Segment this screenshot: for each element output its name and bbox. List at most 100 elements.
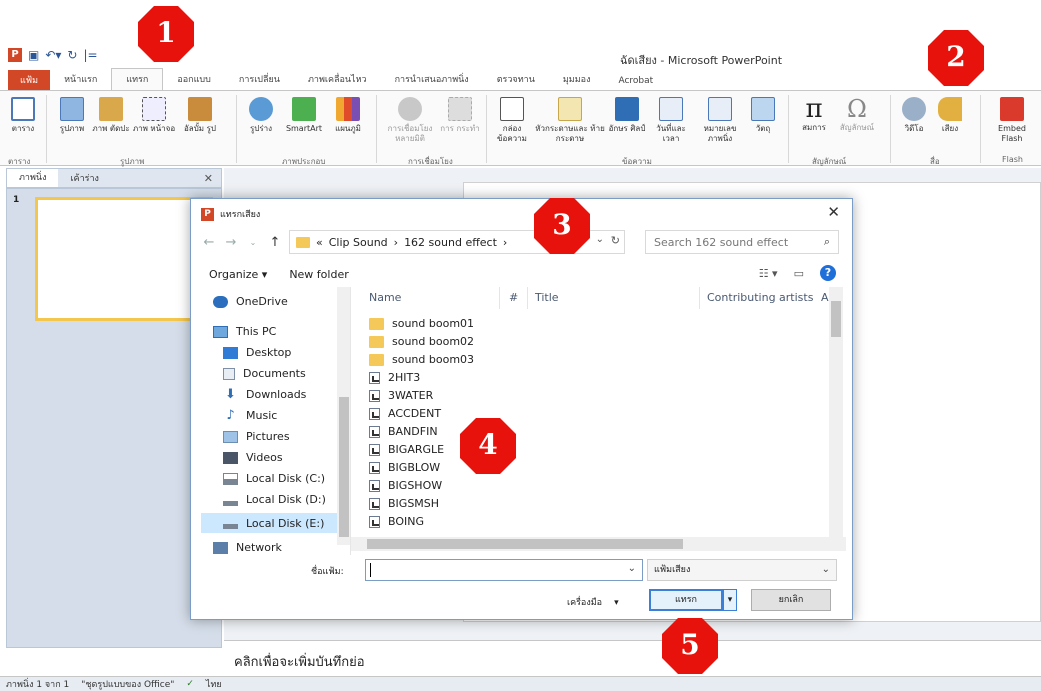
action-button[interactable]: การ กระทำ bbox=[440, 97, 480, 134]
wordart-button[interactable]: อักษร ศิลป์ bbox=[608, 97, 646, 134]
nav-item-desktop[interactable]: Desktop bbox=[223, 346, 291, 359]
recent-dropdown-icon[interactable]: ⌄ bbox=[245, 238, 261, 247]
date-time-button[interactable]: วันที่และ เวลา bbox=[648, 97, 694, 144]
shapes-button[interactable]: รูปร่าง bbox=[244, 97, 278, 134]
embed-flash-button[interactable]: Embed Flash bbox=[992, 97, 1032, 144]
file-list-scrollbar[interactable] bbox=[829, 287, 843, 537]
list-item[interactable]: sound boom02 bbox=[369, 335, 474, 348]
scrollbar-thumb[interactable] bbox=[367, 539, 683, 549]
nav-item-network[interactable]: Network bbox=[213, 541, 282, 554]
nav-item-pictures[interactable]: Pictures bbox=[223, 430, 290, 443]
list-item[interactable]: BOING bbox=[369, 515, 424, 528]
chevron-down-icon[interactable]: ⌄ bbox=[596, 234, 604, 245]
search-input[interactable]: Search 162 sound effect ⌕ bbox=[645, 230, 839, 254]
preview-pane-icon[interactable]: ▭ bbox=[794, 267, 804, 280]
breadcrumb-overflow[interactable]: « bbox=[316, 236, 323, 249]
column-header-name[interactable]: Name bbox=[369, 291, 401, 304]
list-item[interactable]: sound boom01 bbox=[369, 317, 474, 330]
tab-file[interactable]: แฟ้ม bbox=[8, 70, 51, 90]
breadcrumb-clip-sound[interactable]: Clip Sound bbox=[329, 236, 388, 249]
tab-review[interactable]: ตรวจทาน bbox=[483, 69, 549, 90]
nav-item-onedrive[interactable]: OneDrive bbox=[213, 295, 288, 308]
tab-acrobat[interactable]: Acrobat bbox=[604, 73, 667, 90]
object-button[interactable]: วัตถุ bbox=[746, 97, 780, 134]
table-button[interactable]: ตาราง bbox=[6, 97, 40, 134]
tab-home[interactable]: หน้าแรก bbox=[50, 69, 111, 90]
hyperlink-button[interactable]: การเชื่อมโยง หลายมิติ bbox=[382, 97, 438, 144]
filename-input[interactable]: ⌄ bbox=[365, 559, 643, 581]
forward-arrow-icon[interactable]: → bbox=[223, 235, 239, 250]
column-header-title[interactable]: Title bbox=[535, 291, 559, 304]
photo-album-button[interactable]: อัลบั้ม รูป bbox=[180, 97, 220, 134]
tab-view[interactable]: มุมมอง bbox=[549, 69, 605, 90]
list-item[interactable]: sound boom03 bbox=[369, 353, 474, 366]
picture-button[interactable]: รูปภาพ bbox=[54, 97, 90, 134]
nav-item-documents[interactable]: Documents bbox=[223, 367, 306, 380]
smartart-button[interactable]: SmartArt bbox=[282, 97, 326, 134]
help-icon[interactable]: ? bbox=[820, 265, 836, 281]
list-item[interactable]: BIGSHOW bbox=[369, 479, 442, 492]
nav-item-music[interactable]: ♪ Music bbox=[223, 409, 277, 423]
textbox-button[interactable]: กล่อง ข้อความ bbox=[492, 97, 532, 144]
chevron-down-icon[interactable]: ⌄ bbox=[628, 563, 636, 574]
back-arrow-icon[interactable]: ← bbox=[201, 235, 217, 250]
list-item[interactable]: BIGARGLE bbox=[369, 443, 444, 456]
refresh-icon[interactable]: ↻ bbox=[611, 234, 620, 247]
nav-item-local-disk-c[interactable]: Local Disk (C:) bbox=[223, 472, 325, 485]
list-item[interactable]: BIGBLOW bbox=[369, 461, 440, 474]
column-header-number[interactable]: # bbox=[509, 291, 518, 304]
tab-animations[interactable]: ภาพเคลื่อนไหว bbox=[294, 69, 381, 90]
scrollbar-thumb[interactable] bbox=[831, 301, 841, 337]
scrollbar-thumb[interactable] bbox=[339, 397, 349, 537]
tab-outline[interactable]: เค้าร่าง bbox=[58, 171, 110, 185]
tab-transitions[interactable]: การเปลี่ยน bbox=[225, 69, 294, 90]
nav-item-videos[interactable]: Videos bbox=[223, 451, 283, 464]
tab-slides[interactable]: ภาพนิ่ง bbox=[7, 169, 59, 187]
view-options-icon[interactable]: ☷ ▾ bbox=[759, 267, 778, 280]
notes-pane[interactable]: คลิกเพื่อจะเพิ่มบันทึกย่อ bbox=[224, 640, 1041, 676]
nav-item-downloads[interactable]: ⬇ Downloads bbox=[223, 388, 306, 402]
slide-thumbnail[interactable] bbox=[35, 197, 213, 321]
insert-dropdown-icon[interactable]: ▾ bbox=[723, 589, 737, 611]
nav-item-local-disk-d[interactable]: Local Disk (D:) bbox=[223, 493, 326, 506]
equation-button[interactable]: π สมการ bbox=[796, 95, 832, 133]
list-item[interactable]: 2HIT3 bbox=[369, 371, 420, 384]
status-language[interactable]: ไทย bbox=[206, 677, 222, 691]
tab-slideshow[interactable]: การนำเสนอภาพนิ่ง bbox=[381, 69, 483, 90]
screenshot-button[interactable]: ภาพ หน้าจอ bbox=[132, 97, 176, 134]
spellcheck-icon[interactable]: ✓ bbox=[186, 679, 194, 689]
file-type-select[interactable]: แฟ้มเสียง ⌄ bbox=[647, 559, 837, 581]
horizontal-scrollbar[interactable] bbox=[351, 537, 846, 551]
customize-qat-icon[interactable]: |= bbox=[83, 48, 97, 62]
up-arrow-icon[interactable]: ↑ bbox=[267, 235, 283, 250]
list-item[interactable]: ACCDENT bbox=[369, 407, 441, 420]
breadcrumb-162-sound-effect[interactable]: 162 sound effect bbox=[404, 236, 497, 249]
undo-icon[interactable]: ↶▾ bbox=[45, 48, 61, 62]
list-item[interactable]: 3WATER bbox=[369, 389, 433, 402]
list-item[interactable]: BANDFIN bbox=[369, 425, 438, 438]
audio-button[interactable]: เสียง bbox=[934, 97, 966, 134]
slide-number-button[interactable]: หมายเลข ภาพนิ่ง bbox=[696, 97, 744, 144]
chart-button[interactable]: แผนภูมิ bbox=[328, 97, 368, 134]
new-folder-button[interactable]: New folder bbox=[289, 268, 348, 281]
column-header-album[interactable]: A bbox=[821, 291, 829, 304]
video-button[interactable]: วิดีโอ bbox=[898, 97, 930, 134]
clipart-button[interactable]: ภาพ ตัดปะ bbox=[92, 97, 130, 134]
symbol-button[interactable]: Ω สัญลักษณ์ bbox=[834, 95, 880, 133]
nav-item-local-disk-e[interactable]: Local Disk (E:) bbox=[201, 513, 347, 533]
column-header-contributing-artists[interactable]: Contributing artists bbox=[707, 291, 813, 304]
list-item[interactable]: BIGSMSH bbox=[369, 497, 439, 510]
insert-button[interactable]: แทรก bbox=[649, 589, 723, 611]
tools-button[interactable]: เครื่องมือ ▾ bbox=[567, 595, 619, 609]
nav-scrollbar[interactable] bbox=[337, 287, 350, 545]
redo-icon[interactable]: ↻ bbox=[67, 48, 77, 62]
nav-item-this-pc[interactable]: This PC bbox=[213, 325, 276, 338]
close-icon[interactable]: ✕ bbox=[204, 172, 213, 185]
save-icon[interactable]: ▣ bbox=[28, 48, 39, 62]
close-icon[interactable]: ✕ bbox=[827, 203, 840, 221]
cancel-button[interactable]: ยกเลิก bbox=[751, 589, 831, 611]
header-footer-button[interactable]: หัวกระดาษและ ท้ายกระดาษ bbox=[534, 97, 606, 144]
tab-design[interactable]: ออกแบบ bbox=[163, 69, 225, 90]
organize-button[interactable]: Organize ▾ bbox=[209, 268, 267, 281]
tab-insert[interactable]: แทรก bbox=[111, 68, 164, 90]
